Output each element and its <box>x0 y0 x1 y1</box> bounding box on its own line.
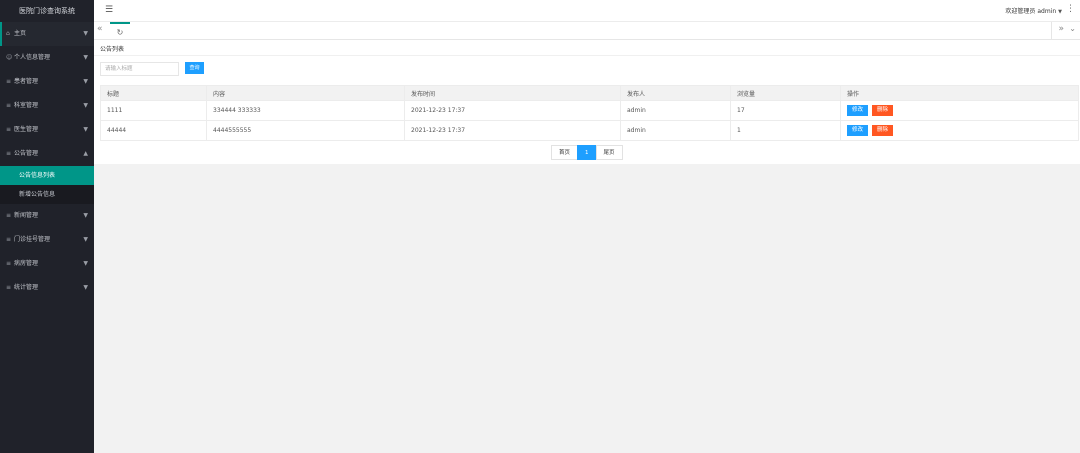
table-header-row: 标题 内容 发布时间 发布人 浏览量 操作 <box>100 85 1079 101</box>
chevron-down-icon: ▼ <box>83 284 88 291</box>
edit-button[interactable]: 修改 <box>847 105 869 116</box>
sidebar-item-label: 个人信息管理 <box>14 54 51 61</box>
page-title: 公告列表 <box>100 46 125 53</box>
cell-views: 17 <box>730 100 841 121</box>
user-menu[interactable]: 欢迎管理员 admin ▼ <box>1005 6 1062 15</box>
list-icon: ≡ <box>6 126 12 133</box>
chevron-down-icon: ▼ <box>83 260 88 267</box>
app-title: 医院门诊查询系统 <box>19 7 75 15</box>
cell-title: 1111 <box>100 100 207 121</box>
submenu-item-add-notice[interactable]: 新增公告信息 <box>0 185 94 204</box>
chevron-down-icon: ▼ <box>83 30 88 37</box>
cell-author: admin <box>620 100 731 121</box>
divider <box>94 55 1080 56</box>
chevron-down-icon: ▼ <box>83 102 88 109</box>
scroll-right-icon[interactable]: » <box>1058 24 1064 34</box>
cell-actions: 修改 删除 <box>840 100 1079 121</box>
delete-button[interactable]: 删除 <box>872 125 894 136</box>
column-header: 内容 <box>206 85 405 101</box>
username: admin <box>1037 8 1057 15</box>
chevron-up-icon: ▲ <box>83 150 88 157</box>
main-content: 公告列表 查询 标题 内容 发布时间 发布人 浏览量 操作 1111 33444… <box>94 40 1080 164</box>
submenu-item-notice-list[interactable]: 公告信息列表 <box>0 166 94 185</box>
more-vertical-icon[interactable]: ⋮ <box>1066 4 1075 14</box>
cell-author: admin <box>620 120 731 141</box>
chevron-down-icon: ▼ <box>83 212 88 219</box>
current-page[interactable]: 1 <box>577 145 597 160</box>
cell-time: 2021-12-23 17:37 <box>404 100 621 121</box>
sidebar-item-registration[interactable]: ≡ 门诊挂号管理 ▼ <box>0 228 94 252</box>
cell-views: 1 <box>730 120 841 141</box>
list-icon: ≡ <box>6 260 12 267</box>
sidebar-item-label: 公告管理 <box>14 150 39 157</box>
pagination: 首页 1 尾页 <box>551 145 623 160</box>
sidebar-item-label: 科室管理 <box>14 102 39 109</box>
list-icon: ≡ <box>6 150 12 157</box>
tab-divider <box>1051 22 1052 39</box>
welcome-text: 欢迎管理员 <box>1005 8 1036 15</box>
column-header: 浏览量 <box>730 85 841 101</box>
sidebar-item-patients[interactable]: ≡ 患者管理 ▼ <box>0 70 94 94</box>
user-icon: ☺ <box>6 54 13 61</box>
caret-down-icon: ▼ <box>1058 9 1062 15</box>
chevron-down-icon[interactable]: ⌄ <box>1069 24 1076 33</box>
last-page-button[interactable]: 尾页 <box>595 145 623 160</box>
cell-content: 334444 333333 <box>206 100 405 121</box>
edit-button[interactable]: 修改 <box>847 125 869 136</box>
sidebar-item-label: 主页 <box>14 30 27 37</box>
first-page-button[interactable]: 首页 <box>551 145 579 160</box>
list-icon: ≡ <box>6 236 12 243</box>
sidebar-item-wards[interactable]: ≡ 病房管理 ▼ <box>0 252 94 276</box>
home-icon: ⌂ <box>6 30 10 37</box>
sidebar-item-label: 患者管理 <box>14 78 39 85</box>
scroll-left-icon[interactable]: « <box>97 24 103 34</box>
list-icon: ≡ <box>6 102 12 109</box>
sidebar-item-label: 医生管理 <box>14 126 39 133</box>
sidebar-item-doctors[interactable]: ≡ 医生管理 ▼ <box>0 118 94 142</box>
sidebar-item-home[interactable]: ⌂ 主页 ▼ <box>0 22 94 46</box>
delete-button[interactable]: 删除 <box>872 105 894 116</box>
sidebar-item-label: 病房管理 <box>14 260 39 267</box>
table-row: 1111 334444 333333 2021-12-23 17:37 admi… <box>100 100 1079 121</box>
cell-time: 2021-12-23 17:37 <box>404 120 621 141</box>
sidebar-item-statistics[interactable]: ≡ 统计管理 ▼ <box>0 276 94 300</box>
cell-content: 4444555555 <box>206 120 405 141</box>
chevron-down-icon: ▼ <box>83 78 88 85</box>
sidebar-item-profile[interactable]: ☺ 个人信息管理 ▼ <box>0 46 94 70</box>
cell-actions: 修改 删除 <box>840 120 1079 141</box>
notice-table: 标题 内容 发布时间 发布人 浏览量 操作 1111 334444 333333… <box>100 85 1079 141</box>
notices-submenu: 公告信息列表 新增公告信息 <box>0 166 94 204</box>
chevron-down-icon: ▼ <box>83 54 88 61</box>
home-tab-icon[interactable]: ↻ <box>110 22 130 39</box>
column-header: 标题 <box>100 85 207 101</box>
list-icon: ≡ <box>6 78 12 85</box>
column-header: 发布时间 <box>404 85 621 101</box>
chevron-down-icon: ▼ <box>83 126 88 133</box>
menu-toggle-icon[interactable]: ☰ <box>105 5 113 15</box>
table-row: 44444 4444555555 2021-12-23 17:37 admin … <box>100 120 1079 141</box>
list-icon: ≡ <box>6 284 12 291</box>
column-header: 操作 <box>840 85 1079 101</box>
sidebar-item-label: 新闻管理 <box>14 212 39 219</box>
sidebar-item-notices[interactable]: ≡ 公告管理 ▲ <box>0 142 94 166</box>
sidebar-item-news[interactable]: ≡ 新闻管理 ▼ <box>0 204 94 228</box>
cell-title: 44444 <box>100 120 207 141</box>
search-input[interactable] <box>100 62 179 76</box>
column-header: 发布人 <box>620 85 731 101</box>
sidebar-item-label: 统计管理 <box>14 284 39 291</box>
tab-bar: « ↻ » ⌄ <box>94 22 1080 40</box>
list-icon: ≡ <box>6 212 12 219</box>
chevron-down-icon: ▼ <box>83 236 88 243</box>
sidebar: 医院门诊查询系统 ⌂ 主页 ▼ ☺ 个人信息管理 ▼ ≡ 患者管理 ▼ ≡ 科室管理 ▼… <box>0 0 94 453</box>
search-button[interactable]: 查询 <box>185 62 204 74</box>
sidebar-item-departments[interactable]: ≡ 科室管理 ▼ <box>0 94 94 118</box>
sidebar-item-label: 门诊挂号管理 <box>14 236 51 243</box>
top-header: ☰ 欢迎管理员 admin ▼ ⋮ <box>94 0 1080 22</box>
